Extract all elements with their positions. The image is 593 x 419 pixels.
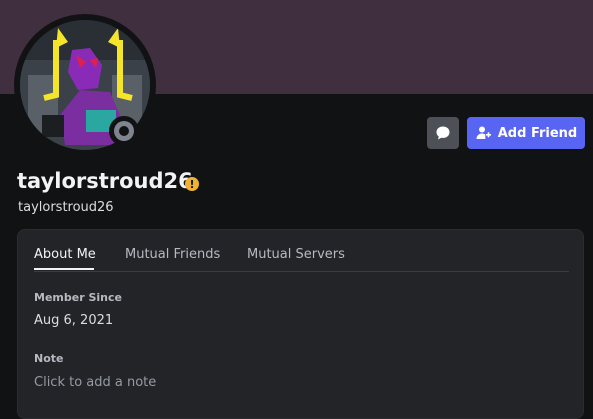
tab-mutual-servers[interactable]: Mutual Servers [247,247,345,262]
message-button[interactable] [427,117,459,149]
offline-status-icon [114,121,134,141]
member-since-value: Aug 6, 2021 [34,313,114,328]
active-tab-indicator [34,268,94,270]
profile-tabs: About Me Mutual Friends Mutual Servers [34,230,569,272]
warning-icon[interactable]: ! [185,177,199,191]
member-since-label: Member Since [34,291,122,304]
note-label: Note [34,352,64,365]
profile-card: About Me Mutual Friends Mutual Servers M… [17,229,584,419]
tab-mutual-friends[interactable]: Mutual Friends [125,247,220,262]
username: taylorstroud26 [18,200,114,215]
add-friend-button[interactable]: Add Friend [467,117,585,149]
tab-about-me[interactable]: About Me [34,247,96,262]
add-friend-label: Add Friend [497,125,578,141]
add-user-icon [476,126,491,139]
note-input[interactable]: Click to add a note [34,375,156,390]
display-name: taylorstroud26 [17,169,193,193]
chat-bubble-icon [436,126,450,140]
